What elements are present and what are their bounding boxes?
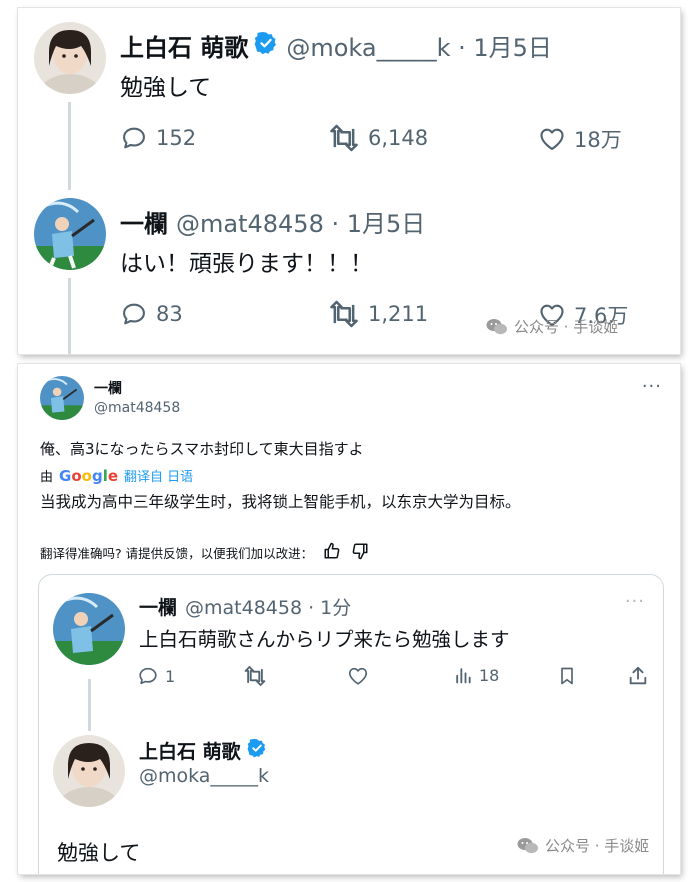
- translated-from-link[interactable]: 翻译自 日语: [124, 466, 193, 485]
- by-label: 由: [40, 470, 54, 485]
- retweet-button[interactable]: 6,148: [328, 124, 428, 152]
- feedback-prompt: 翻译得准确吗? 请提供反馈，以便我们加以改进：: [40, 546, 314, 561]
- retweet-icon: [330, 300, 358, 328]
- retweet-icon: [244, 666, 266, 686]
- display-name[interactable]: 一欄: [94, 378, 122, 398]
- more-options-icon[interactable]: ···: [642, 376, 662, 397]
- reply-button[interactable]: 1: [137, 665, 175, 687]
- tweet-text: はい！頑張ります！！！: [120, 251, 373, 277]
- thread-line: [88, 679, 91, 731]
- handle-and-date[interactable]: @moka_____k · 1月5日: [286, 28, 552, 63]
- retweet-count: 6,148: [368, 126, 429, 150]
- tweet-text: 俺、高3になったらスマホ封印して東大目指すよ: [40, 440, 364, 458]
- thread-line: [68, 278, 71, 354]
- display-name[interactable]: 上白石 萌歌: [139, 737, 241, 764]
- watermark-text: 公众号 · 手谈姬: [545, 837, 650, 855]
- retweet-icon: [330, 124, 358, 152]
- watermark: 公众号 · 手谈姬: [517, 835, 649, 856]
- avatar-mat48458[interactable]: [34, 198, 106, 270]
- retweet-count: 1,211: [368, 302, 429, 326]
- reply-header: 上白石 萌歌: [139, 737, 267, 764]
- avatar-mokaka[interactable]: [53, 735, 125, 807]
- quote-text: 上白石萌歌さんからリプ来たら勉強します: [139, 628, 510, 651]
- translation-source: 由 Google 翻译自 日语: [40, 466, 193, 486]
- display-name[interactable]: 上白石 萌歌: [120, 28, 248, 63]
- views-button[interactable]: 18: [453, 665, 499, 685]
- tweet-header: 上白石 萌歌 @moka_____k · 1月5日: [120, 28, 552, 63]
- display-name[interactable]: 一欄: [120, 204, 168, 239]
- quote-header: 一欄 @mat48458 · 1分: [139, 593, 351, 620]
- reply-count: 1: [165, 666, 176, 686]
- tweet-header: 一欄 @mat48458 · 1月5日: [120, 204, 425, 239]
- retweet-button[interactable]: [243, 665, 267, 687]
- thread-line: [68, 102, 71, 190]
- watermark: 公众号 · 手谈姬: [486, 316, 618, 337]
- tweet-text: 勉強して: [120, 75, 212, 101]
- retweet-button[interactable]: 1,211: [328, 300, 428, 328]
- share-icon: [629, 666, 647, 685]
- handle[interactable]: @moka_____k: [139, 765, 269, 787]
- display-name[interactable]: 一欄: [139, 593, 177, 620]
- reply-icon: [139, 667, 157, 685]
- wechat-icon: [517, 837, 538, 853]
- thumbs-up-icon[interactable]: [323, 542, 341, 563]
- bookmark-button[interactable]: [557, 665, 577, 687]
- like-count: 18万: [574, 128, 622, 152]
- google-logo: Google: [59, 466, 119, 485]
- reply-thread-card: 上白石 萌歌 @moka_____k · 1月5日 勉強して 152 6,148…: [18, 8, 680, 354]
- translation-text: 当我成为高中三年级学生时，我将锁上智能手机，以东京大学为目标。: [40, 493, 521, 511]
- reply-count: 152: [156, 126, 197, 150]
- thumbs-down-icon[interactable]: [351, 542, 369, 563]
- views-chart-icon: [456, 668, 471, 684]
- reply-text: 勉強して: [57, 841, 141, 865]
- reply-icon: [123, 127, 145, 149]
- verified-badge-icon: [247, 738, 267, 763]
- quoted-thread[interactable]: 一欄 @mat48458 · 1分 ··· 上白石萌歌さんからリプ来たら勉強しま…: [38, 574, 664, 874]
- bookmark-icon: [561, 667, 573, 685]
- share-button[interactable]: [627, 665, 649, 687]
- handle-and-time[interactable]: @mat48458 · 1分: [185, 593, 351, 620]
- views-count: 18: [479, 665, 500, 685]
- heart-icon: [348, 667, 368, 685]
- like-button[interactable]: 18万: [538, 124, 622, 154]
- avatar-mat48458[interactable]: [53, 593, 125, 665]
- avatar-mokaka[interactable]: [34, 22, 106, 94]
- avatar-mat48458[interactable]: [40, 376, 84, 420]
- watermark-text: 公众号 · 手谈姬: [514, 318, 619, 336]
- translated-tweet-card: 一欄 @mat48458 ··· 俺、高3になったらスマホ封印して東大目指すよ …: [18, 364, 680, 874]
- handle-and-date[interactable]: @mat48458 · 1月5日: [176, 204, 425, 239]
- translation-feedback: 翻译得准确吗? 请提供反馈，以便我们加以改进：: [40, 542, 369, 563]
- wechat-icon: [486, 318, 507, 334]
- verified-badge-icon: [254, 31, 278, 61]
- reply-icon: [123, 303, 145, 325]
- reply-button[interactable]: 152: [120, 124, 196, 152]
- reply-count: 83: [156, 302, 183, 326]
- heart-icon: [540, 128, 564, 150]
- more-options-icon[interactable]: ···: [625, 591, 645, 612]
- handle[interactable]: @mat48458: [94, 400, 180, 416]
- like-button[interactable]: [347, 665, 369, 687]
- reply-button[interactable]: 83: [120, 300, 183, 328]
